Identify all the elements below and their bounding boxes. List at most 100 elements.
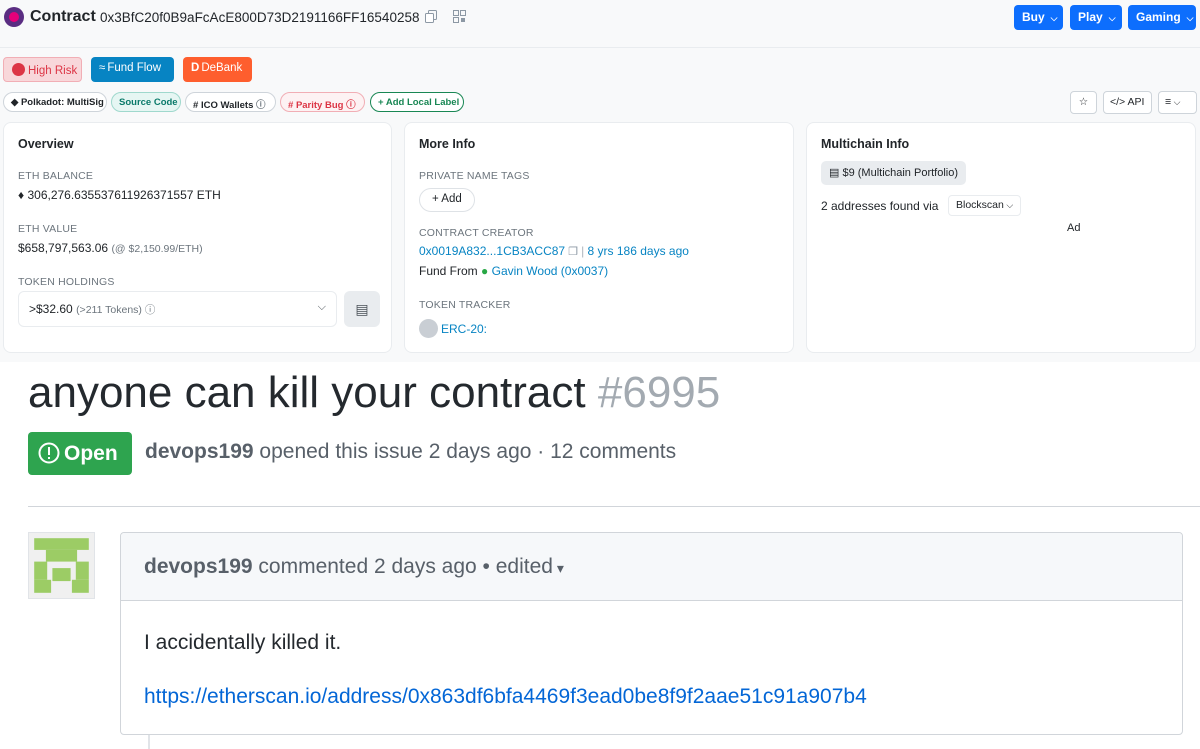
github-issue: anyone can kill your contract #6995 Open… — [0, 362, 1200, 749]
add-private-tag-button[interactable]: + Add — [419, 188, 475, 212]
copy-icon[interactable]: ❐ — [565, 246, 581, 258]
favorite-button[interactable]: ☆ — [1070, 91, 1097, 114]
token-tracker-label: TOKEN TRACKER — [419, 299, 511, 311]
chevron-down-icon: ⌵ — [1003, 200, 1014, 210]
issue-meta: devops199 opened this issue 2 days ago ·… — [145, 440, 676, 464]
issue-number: #6995 — [597, 368, 721, 417]
token-tracker-link[interactable]: ERC-20: — [441, 322, 487, 336]
label-text: Polkadot: MultiSig — [20, 97, 104, 108]
caret-down-icon[interactable]: ▾ — [553, 560, 564, 576]
high-risk-badge[interactable]: High Risk — [3, 57, 82, 82]
timeline-line — [148, 735, 150, 749]
issue-author-link[interactable]: devops199 — [145, 440, 254, 463]
fund-from-label: Fund From — [419, 264, 478, 278]
label-ico-wallets[interactable]: # ICO Wallets ⓘ — [185, 92, 276, 112]
more-info-card: More Info PRIVATE NAME TAGS + Add CONTRA… — [404, 122, 794, 353]
eth-value-row: $658,797,563.06 (@ $2,150.99/ETH) — [18, 241, 203, 255]
info-icon: ⓘ — [141, 304, 156, 316]
multichain-portfolio-badge[interactable]: ▤ $9 (Multichain Portfolio) — [821, 161, 967, 185]
copy-icon[interactable] — [425, 10, 438, 26]
api-button[interactable]: </> API — [1103, 91, 1152, 114]
creator-address-link[interactable]: 0x0019A832...1CB3ACC87 — [419, 244, 565, 258]
etherscan-link[interactable]: https://etherscan.io/address/0x863df6bfa… — [144, 685, 867, 709]
chevron-down-icon: ⌵ — [317, 301, 326, 313]
token-holdings-value-row: >$32.60 (>211 Tokens) ⓘ — [29, 302, 155, 317]
label-source-code[interactable]: Source Code — [111, 92, 181, 112]
creator-tx-age-link[interactable]: 8 yrs 186 days ago — [588, 244, 689, 258]
comment-box: devops199 commented 2 days ago • edited … — [120, 532, 1183, 735]
more-options-button[interactable]: ≡ ⌵ — [1158, 91, 1197, 114]
issue-state-badge: Open — [28, 432, 132, 475]
issue-title-row: anyone can kill your contract #6995 — [28, 368, 720, 418]
gaming-label: Gaming — [1136, 10, 1181, 24]
plus-icon: + — [432, 193, 442, 205]
token-holdings-dropdown[interactable]: >$32.60 (>211 Tokens) ⓘ ⌵ — [18, 291, 337, 327]
tag-icon: ◆ — [11, 97, 21, 108]
parity-icon: ● — [481, 264, 489, 278]
ad-label: Ad — [1067, 222, 1081, 234]
page-title: Contract — [30, 8, 96, 25]
api-label: API — [1127, 96, 1145, 108]
comment-header-text: devops199 commented 2 days ago • edited … — [144, 555, 564, 579]
blockscan-label: Blockscan — [956, 199, 1004, 211]
token-value: >$32.60 — [29, 302, 73, 316]
fund-flow-label: Fund Flow — [107, 62, 161, 74]
etherscan-panel: Contract 0x3BfC20f0B9aFcAcE800D73D219116… — [0, 0, 1200, 362]
play-label: Play — [1078, 10, 1103, 24]
qr-code-icon[interactable] — [453, 10, 466, 26]
overview-title: Overview — [18, 137, 74, 151]
info-icon: ⓘ — [343, 100, 356, 111]
blockscan-dropdown[interactable]: Blockscan ⌵ — [948, 195, 1022, 216]
eth-price: (@ $2,150.99/ETH) — [111, 243, 203, 255]
token-tracker-row: ERC-20: — [419, 319, 487, 338]
divider — [28, 506, 1200, 507]
comment-body-text: I accidentally killed it. — [144, 631, 342, 654]
contract-creator-label: CONTRACT CREATOR — [419, 227, 534, 239]
token-count: (>211 Tokens) — [76, 304, 142, 316]
label-text: ICO Wallets — [200, 100, 254, 111]
gaming-dropdown[interactable]: Gaming ⌵ — [1128, 5, 1196, 30]
high-risk-label: High Risk — [28, 65, 78, 77]
token-icon — [419, 319, 438, 338]
alert-icon — [12, 63, 25, 76]
comment-header: devops199 commented 2 days ago • edited … — [121, 533, 1182, 601]
label-polkadot-multisig[interactable]: ◆ Polkadot: MultiSig — [3, 92, 107, 112]
avatar[interactable] — [28, 532, 95, 599]
star-icon: ☆ — [1078, 96, 1089, 108]
eth-balance-row: ♦ 306,276.635537611926371557 ETH — [18, 188, 221, 202]
label-parity-bug[interactable]: # Parity Bug ⓘ — [280, 92, 365, 112]
play-dropdown[interactable]: Play ⌵ — [1070, 5, 1122, 30]
debank-label: DeBank — [201, 62, 243, 74]
chevron-down-icon: ⌵ — [1171, 97, 1181, 107]
info-icon: ⓘ — [253, 100, 266, 111]
hash-icon: # — [288, 100, 296, 111]
more-info-title: More Info — [419, 137, 476, 151]
issue-title: anyone can kill your contract — [28, 368, 586, 417]
chevron-down-icon: ⌵ — [1050, 13, 1058, 23]
eth-balance-label: ETH BALANCE — [18, 170, 94, 182]
flow-icon: ≈ — [99, 62, 106, 74]
eth-value-label: ETH VALUE — [18, 223, 78, 235]
chevron-down-icon: ⌵ — [1108, 13, 1116, 23]
comment-meta[interactable]: commented 2 days ago • edited — [258, 555, 553, 578]
fund-from-link[interactable]: Gavin Wood (0x0037) — [492, 264, 609, 278]
debank-button[interactable]: D DeBank — [183, 57, 252, 82]
addresses-found-text: 2 addresses found via — [821, 199, 939, 213]
buy-dropdown[interactable]: Buy ⌵ — [1014, 5, 1063, 30]
hash-icon: # — [193, 100, 201, 111]
polkadot-logo-icon — [4, 7, 24, 27]
eth-balance-value: 306,276.635537611926371557 ETH — [27, 188, 221, 202]
add-local-label-button[interactable]: + Add Local Label — [370, 92, 464, 112]
multichain-card: Multichain Info ▤ $9 (Multichain Portfol… — [806, 122, 1196, 353]
multichain-title: Multichain Info — [821, 137, 910, 151]
contract-header: Contract 0x3BfC20f0B9aFcAcE800D73D219116… — [0, 0, 1200, 48]
issue-state-label: Open — [64, 442, 118, 465]
fund-flow-button[interactable]: ≈ Fund Flow — [91, 57, 174, 82]
token-holdings-label: TOKEN HOLDINGS — [18, 276, 115, 288]
portfolio-value: $9 (Multichain Portfolio) — [842, 167, 959, 179]
add-text: Add — [441, 193, 462, 205]
token-wallet-button[interactable]: ▤ — [344, 291, 380, 327]
add-label-text: Add Local Label — [385, 97, 460, 108]
coins-icon: ▤ — [829, 167, 843, 179]
comment-author-link[interactable]: devops199 — [144, 555, 253, 578]
